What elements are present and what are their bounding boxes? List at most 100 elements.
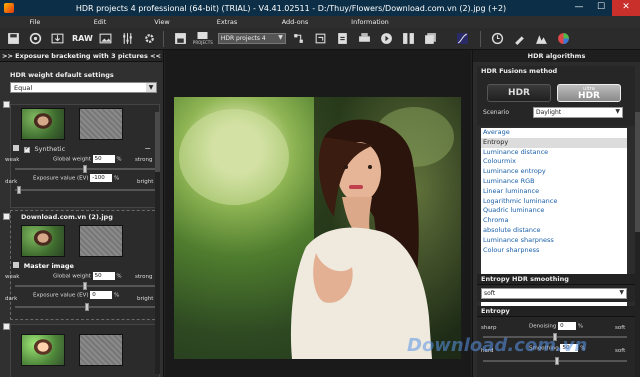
- tools-icon[interactable]: [511, 30, 529, 48]
- batch-icon[interactable]: [422, 30, 440, 48]
- algorithm-item[interactable]: Logarithmic luminance: [481, 197, 627, 207]
- raw-button[interactable]: RAW: [72, 34, 93, 43]
- algorithm-item[interactable]: Average: [481, 128, 627, 138]
- project-combo[interactable]: HDR projects 4 ▼: [217, 33, 286, 44]
- play-icon[interactable]: [378, 30, 396, 48]
- exposure-row: Exposure value (EV) 0 %: [33, 291, 119, 299]
- edit-icon[interactable]: [3, 213, 10, 220]
- settings-icon[interactable]: [141, 30, 159, 48]
- image-options-icon[interactable]: [13, 262, 19, 268]
- maximize-button[interactable]: ☐: [590, 0, 612, 16]
- slider-thumb[interactable]: [83, 165, 87, 173]
- image-options-icon[interactable]: [13, 145, 19, 151]
- toolbar-divider: [479, 30, 481, 47]
- algorithm-item[interactable]: Colourmix: [481, 157, 627, 167]
- image-thumbnail[interactable]: [21, 334, 65, 366]
- smoothing-select[interactable]: soft ▼: [481, 288, 627, 299]
- slider-thumb[interactable]: [85, 303, 89, 311]
- global-weight-row: Global weight 50 %: [53, 272, 122, 280]
- toolbar-divider: [162, 30, 164, 47]
- save-project-icon[interactable]: [172, 30, 190, 48]
- algorithm-item[interactable]: Luminance distance: [481, 148, 627, 158]
- scenario-select[interactable]: Daylight ▼: [533, 107, 623, 118]
- right-scrollbar[interactable]: [635, 112, 640, 377]
- color-wheel-icon[interactable]: [555, 30, 573, 48]
- histogram-icon[interactable]: [533, 30, 551, 48]
- menu-file[interactable]: File: [0, 16, 70, 28]
- algorithm-item[interactable]: Quadric luminance: [481, 206, 627, 216]
- smoothing-section: Entropy HDR smoothing soft ▼: [477, 274, 635, 302]
- crop-icon[interactable]: [312, 30, 330, 48]
- curve-icon[interactable]: [454, 30, 472, 48]
- algorithm-item[interactable]: Chroma: [481, 216, 627, 226]
- algorithm-item[interactable]: Luminance RGB: [481, 177, 627, 187]
- image-thumbnail[interactable]: [21, 108, 65, 140]
- hdr-preview-image[interactable]: [174, 97, 461, 359]
- slider-thumb[interactable]: [555, 357, 559, 365]
- algorithm-item[interactable]: Colour sharpness: [481, 246, 627, 256]
- hdr-mode-button[interactable]: HDR: [487, 84, 551, 102]
- weight-map-thumbnail: [79, 334, 123, 366]
- scrollbar-thumb[interactable]: [155, 112, 160, 172]
- weight-settings-title: HDR weight default settings: [10, 71, 114, 79]
- image-thumbnail[interactable]: [21, 225, 65, 257]
- smoothing-slider[interactable]: [483, 357, 627, 365]
- slider-thumb[interactable]: [17, 186, 21, 194]
- history-icon[interactable]: [489, 30, 507, 48]
- load-icon[interactable]: [48, 30, 66, 48]
- save-icon[interactable]: [4, 30, 22, 48]
- global-weight-slider[interactable]: [15, 165, 155, 173]
- menu-information[interactable]: Information: [330, 16, 410, 28]
- edit-icon[interactable]: [3, 323, 10, 330]
- exposure-slider[interactable]: [15, 303, 155, 311]
- master-image-row: Master image: [13, 262, 74, 270]
- open-icon[interactable]: [26, 30, 44, 48]
- menu-add-ons[interactable]: Add-ons: [260, 16, 330, 28]
- ultra-hdr-button[interactable]: ultra HDR: [557, 84, 621, 102]
- global-weight-input[interactable]: 50: [92, 155, 115, 163]
- menu-edit[interactable]: Edit: [70, 16, 130, 28]
- image-card-2: Download.com.vn (2).jpg Master image wea…: [3, 210, 160, 322]
- exposure-input[interactable]: 0: [90, 291, 113, 299]
- exposure-slider[interactable]: [15, 186, 155, 194]
- smoothing-value: soft: [484, 290, 496, 297]
- collapse-button[interactable]: −: [144, 144, 151, 153]
- global-weight-label: Global weight: [53, 273, 91, 280]
- thumbnail-row: [11, 222, 159, 258]
- scrollbar-thumb[interactable]: [635, 112, 640, 232]
- algorithm-item[interactable]: Entropy: [481, 137, 627, 148]
- image-icon[interactable]: [97, 30, 115, 48]
- dark-label: dark: [5, 179, 18, 185]
- projects-button[interactable]: PROJECTS: [193, 30, 213, 48]
- global-weight-input[interactable]: 50: [92, 272, 115, 280]
- print-icon[interactable]: [356, 30, 374, 48]
- left-scrollbar[interactable]: [155, 112, 160, 374]
- weak-label: weak: [5, 274, 20, 280]
- percent-label: %: [116, 273, 122, 280]
- slider-thumb[interactable]: [83, 282, 87, 290]
- split-view-icon[interactable]: [400, 30, 418, 48]
- adjust-icon[interactable]: [119, 30, 137, 48]
- denoising-row: Denoising 0 %: [529, 322, 583, 330]
- soft-label: soft: [615, 348, 626, 354]
- edit-icon[interactable]: [3, 101, 10, 108]
- compare-icon[interactable]: [290, 30, 308, 48]
- export-icon[interactable]: [334, 30, 352, 48]
- exposure-input[interactable]: -100: [90, 174, 113, 182]
- thumbnail-row: [11, 331, 159, 367]
- menu-extras[interactable]: Extras: [194, 16, 260, 28]
- menu-view[interactable]: View: [130, 16, 194, 28]
- fusion-section: HDR Fusions method HDR ultra HDR Scenari…: [477, 66, 635, 126]
- close-button[interactable]: ✕: [612, 0, 640, 16]
- image-controls: Master image weak Global weight 50 % str…: [5, 258, 159, 322]
- algorithm-item[interactable]: absolute distance: [481, 226, 627, 236]
- minimize-button[interactable]: —: [568, 0, 590, 16]
- algorithm-item[interactable]: Luminance entropy: [481, 167, 627, 177]
- denoising-input[interactable]: 0: [558, 322, 577, 330]
- master-image-label: Master image: [23, 262, 74, 270]
- algorithm-item[interactable]: Luminance sharpness: [481, 236, 627, 246]
- synthetic-checkbox[interactable]: [23, 145, 30, 153]
- weight-select[interactable]: Equal ▼: [10, 82, 157, 93]
- algorithm-item[interactable]: Linear luminance: [481, 187, 627, 197]
- global-weight-slider[interactable]: [15, 282, 155, 290]
